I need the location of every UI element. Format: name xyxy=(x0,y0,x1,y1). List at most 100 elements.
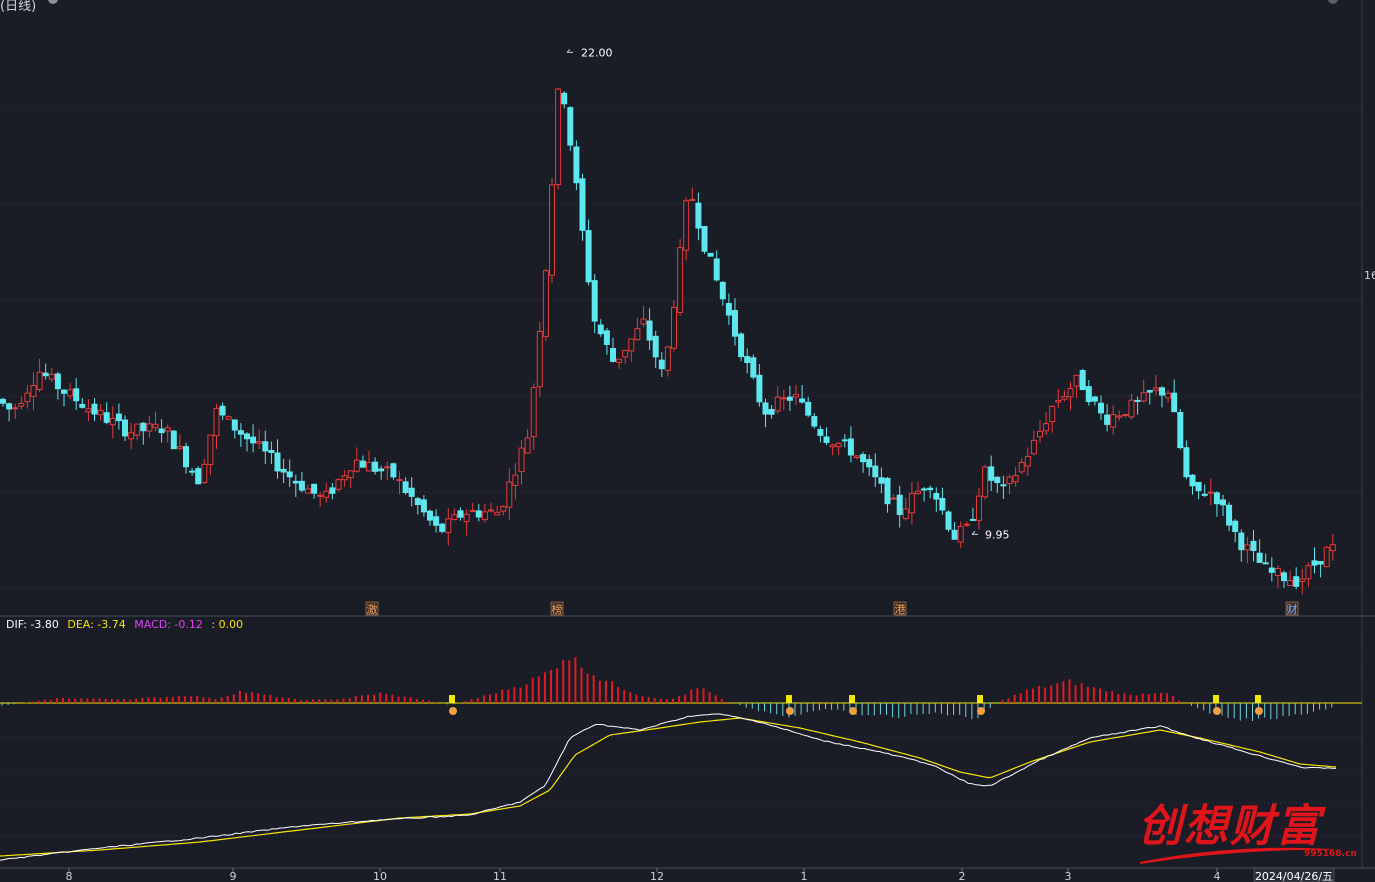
candle xyxy=(1171,379,1178,413)
candle-body xyxy=(0,398,6,404)
candle-body xyxy=(79,403,86,408)
candle-body xyxy=(183,446,189,468)
candle-body xyxy=(152,423,159,429)
candle xyxy=(1201,484,1208,498)
candle xyxy=(603,328,610,355)
candle-body xyxy=(908,492,915,514)
candle-body xyxy=(1146,390,1153,393)
candle-body xyxy=(427,510,433,521)
candle-body xyxy=(524,437,531,454)
candle-body xyxy=(933,492,940,500)
candle-body xyxy=(1213,492,1220,505)
candle xyxy=(396,471,403,495)
candle xyxy=(164,424,171,443)
candle-body xyxy=(976,495,982,521)
candle-body xyxy=(1268,567,1275,573)
candle xyxy=(292,474,299,497)
candle-body xyxy=(36,371,43,390)
candle-body xyxy=(957,525,964,543)
candle-body xyxy=(140,422,147,432)
candle-body xyxy=(1128,399,1135,418)
candle xyxy=(250,424,257,453)
x-tick-label: 4 xyxy=(1214,870,1221,882)
candle xyxy=(945,510,952,532)
candle-body xyxy=(542,270,549,337)
candle-body xyxy=(451,514,458,520)
candle-body xyxy=(994,476,1001,484)
signal-flag xyxy=(449,695,455,703)
candle xyxy=(1000,475,1007,499)
candle-body xyxy=(176,446,183,449)
candle-body xyxy=(610,347,616,362)
candle xyxy=(774,386,781,414)
candle xyxy=(463,509,470,536)
candle-body xyxy=(1104,414,1111,425)
hand-icon xyxy=(1213,707,1221,715)
watermark-swoosh xyxy=(1140,847,1332,864)
candle xyxy=(103,402,110,425)
candle xyxy=(994,475,1001,493)
candle-body xyxy=(1043,423,1050,432)
candle xyxy=(335,478,342,492)
candle xyxy=(1226,502,1233,532)
candle-body xyxy=(335,479,342,490)
chevron-down-icon xyxy=(1328,0,1338,4)
candle xyxy=(652,330,659,369)
candle-body xyxy=(732,310,738,337)
candle-body xyxy=(1238,532,1245,551)
candle xyxy=(1122,414,1129,418)
candle-body xyxy=(408,487,415,497)
candle-body xyxy=(1030,439,1037,455)
candle-body xyxy=(774,396,781,412)
candle-body xyxy=(378,468,385,472)
candle-body xyxy=(683,200,690,251)
candle-body xyxy=(896,494,903,516)
candle-body xyxy=(658,359,665,370)
candle xyxy=(579,173,586,241)
candle xyxy=(372,457,379,475)
candle-body xyxy=(256,441,263,444)
candle-body xyxy=(603,330,610,345)
candle xyxy=(439,522,446,534)
candle xyxy=(1183,440,1190,480)
candle-body xyxy=(1329,544,1336,552)
candle-body xyxy=(61,389,67,394)
candle xyxy=(262,430,269,464)
candle xyxy=(854,455,860,460)
candle-body xyxy=(725,303,732,316)
candle-body xyxy=(518,447,525,473)
candle-body xyxy=(12,407,19,410)
candle-body xyxy=(323,490,330,498)
candle xyxy=(341,470,348,487)
candle-body xyxy=(189,470,196,473)
candle xyxy=(414,496,421,515)
kline-chart[interactable]: 1622.009.95激榜港财8 9 10 11 12 1 2 3 4 2024/04/26/五 xyxy=(0,0,1375,882)
candle-body xyxy=(73,388,80,402)
candle-body xyxy=(225,416,232,420)
candle xyxy=(1055,388,1062,409)
event-marker-label: 港 xyxy=(895,603,906,616)
candle xyxy=(256,429,263,450)
candle xyxy=(1207,478,1214,506)
candle xyxy=(884,477,891,513)
candle-body xyxy=(1220,499,1226,506)
candle-body xyxy=(561,92,568,105)
candle-body xyxy=(1250,540,1257,552)
candle xyxy=(750,354,757,380)
candle xyxy=(347,469,354,489)
candle xyxy=(597,319,604,337)
candle-body xyxy=(860,454,867,463)
candle-body xyxy=(402,481,409,494)
candle xyxy=(1067,381,1074,411)
candle-body xyxy=(738,333,745,358)
candle-body xyxy=(555,88,562,186)
candle xyxy=(677,238,684,316)
event-marker-label: 财 xyxy=(1287,602,1298,616)
candle-body xyxy=(902,508,909,520)
candle xyxy=(427,509,433,526)
hand-icon xyxy=(849,707,857,715)
candle xyxy=(969,507,976,521)
candle-body xyxy=(1287,580,1294,587)
candle xyxy=(91,398,98,422)
candle-body xyxy=(671,306,677,349)
